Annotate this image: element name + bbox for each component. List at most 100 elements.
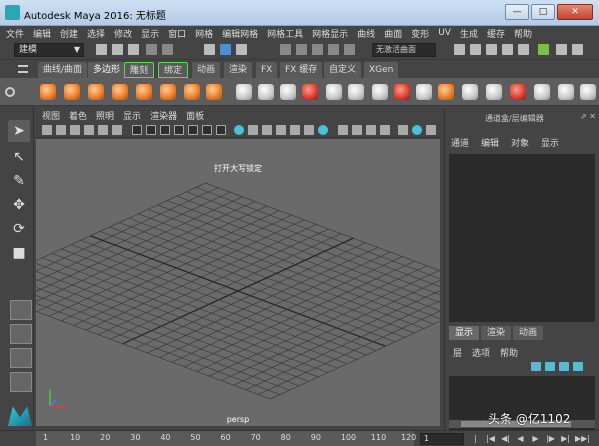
- move-tool-icon[interactable]: ✥: [8, 194, 30, 216]
- bevel-icon[interactable]: [394, 84, 410, 100]
- motion-blur-icon[interactable]: [352, 125, 362, 135]
- layer-menu-layers[interactable]: 层: [453, 346, 462, 360]
- menu-select[interactable]: 选择: [87, 27, 105, 40]
- menu-edit[interactable]: 编辑: [33, 27, 51, 40]
- menu-display[interactable]: 显示: [141, 27, 159, 40]
- close-button[interactable]: ✕: [557, 4, 593, 20]
- menu-windows[interactable]: 窗口: [168, 27, 186, 40]
- undo-icon[interactable]: [146, 44, 157, 55]
- panel-float-close-icon[interactable]: ⇗ ✕: [580, 112, 596, 121]
- gate-mask-icon[interactable]: [174, 125, 184, 135]
- shelf-tab-animation[interactable]: 动画: [192, 62, 221, 78]
- outliner-layout-icon[interactable]: [10, 348, 32, 368]
- four-view-layout-icon[interactable]: [10, 324, 32, 344]
- smooth-shade-icon[interactable]: [248, 125, 258, 135]
- shelf-gear-icon[interactable]: [5, 87, 15, 97]
- move-layer-down-icon[interactable]: [545, 362, 555, 371]
- shelf-tab-sculpting[interactable]: 雕刻: [124, 62, 155, 78]
- film-gate-icon[interactable]: [146, 125, 156, 135]
- menu-mesh-tools[interactable]: 网格工具: [267, 27, 303, 40]
- input-output-icon[interactable]: [454, 44, 465, 55]
- menu-surfaces[interactable]: 曲面: [384, 27, 402, 40]
- save-scene-icon[interactable]: [128, 44, 139, 55]
- panel-menu-show[interactable]: 显示: [123, 109, 141, 122]
- shelf-menu-icon[interactable]: [18, 65, 28, 73]
- menu-modify[interactable]: 修改: [114, 27, 132, 40]
- graph-layout-icon[interactable]: [10, 372, 32, 392]
- step-back-key-icon[interactable]: |◀: [485, 434, 496, 444]
- menu-curves[interactable]: 曲线: [357, 27, 375, 40]
- cone-icon[interactable]: [112, 84, 128, 100]
- scale-tool-icon[interactable]: ■: [8, 242, 30, 264]
- play-backwards-icon[interactable]: ◀: [515, 434, 526, 444]
- single-view-layout-icon[interactable]: [10, 300, 32, 320]
- layer-tab-anim[interactable]: 动画: [513, 326, 544, 340]
- menu-mesh-display[interactable]: 网格显示: [312, 27, 348, 40]
- ipr-render-icon[interactable]: [518, 44, 529, 55]
- extract-icon[interactable]: [280, 84, 296, 100]
- combine-icon[interactable]: [236, 84, 252, 100]
- two-d-pan-icon[interactable]: [98, 125, 108, 135]
- bookmark-icon[interactable]: [70, 125, 80, 135]
- xray-icon[interactable]: [276, 125, 286, 135]
- channel-box-body[interactable]: [449, 154, 595, 322]
- construction-history-icon[interactable]: [470, 44, 481, 55]
- separate-icon[interactable]: [258, 84, 274, 100]
- render-current-icon[interactable]: [502, 44, 513, 55]
- shelf-tab-xgen[interactable]: XGen: [364, 62, 399, 78]
- play-forwards-icon[interactable]: ▶: [530, 434, 541, 444]
- minimize-button[interactable]: —: [505, 4, 529, 20]
- layer-menu-help[interactable]: 帮助: [500, 346, 518, 360]
- select-component-icon[interactable]: [236, 44, 247, 55]
- bridge-icon[interactable]: [416, 84, 432, 100]
- shelf-tab-polygons[interactable]: 多边形: [88, 62, 126, 78]
- isolate-select-icon[interactable]: [398, 125, 408, 135]
- reduce-icon[interactable]: [348, 84, 364, 100]
- merge-icon[interactable]: [462, 84, 478, 100]
- panel-menu-view[interactable]: 视图: [42, 109, 60, 122]
- select-tool-icon[interactable]: ➤: [8, 120, 30, 142]
- ambient-occlusion-icon[interactable]: [338, 125, 348, 135]
- hypershade-icon[interactable]: [556, 44, 567, 55]
- step-forward-frame-icon[interactable]: |▶: [545, 434, 556, 444]
- multicut-icon[interactable]: [558, 84, 574, 100]
- shelf-tab-fx[interactable]: FX: [256, 62, 278, 78]
- current-frame-field[interactable]: 1: [420, 433, 464, 445]
- grid-toggle-icon[interactable]: [132, 125, 142, 135]
- step-back-frame-icon[interactable]: ◀|: [500, 434, 511, 444]
- safe-title-icon[interactable]: [216, 125, 226, 135]
- snap-surface-icon[interactable]: [344, 44, 355, 55]
- shelf-tab-rendering[interactable]: 渲染: [224, 62, 253, 78]
- auto-uv-icon[interactable]: [510, 84, 526, 100]
- boolean-icon[interactable]: [326, 84, 342, 100]
- menuset-dropdown[interactable]: 建模 ▼: [14, 43, 84, 57]
- render-settings-icon[interactable]: [538, 44, 549, 55]
- cb-menu-channels[interactable]: 通道: [451, 136, 469, 150]
- mirror-icon[interactable]: [372, 84, 388, 100]
- panel-menu-lighting[interactable]: 照明: [96, 109, 114, 122]
- torus-icon[interactable]: [160, 84, 176, 100]
- field-chart-icon[interactable]: [188, 125, 198, 135]
- shelf-tab-rigging[interactable]: 绑定: [158, 62, 189, 78]
- shelf-tab-custom[interactable]: 自定义: [324, 62, 362, 78]
- layer-tab-display[interactable]: 显示: [449, 326, 480, 340]
- image-plane-icon[interactable]: [84, 125, 94, 135]
- camera-attributes-icon[interactable]: [56, 125, 66, 135]
- menu-cache[interactable]: 缓存: [487, 27, 505, 40]
- new-empty-layer-icon[interactable]: [559, 362, 569, 371]
- step-forward-key-icon[interactable]: ▶|: [560, 434, 571, 444]
- menu-uv[interactable]: UV: [438, 28, 451, 38]
- snap-point-icon[interactable]: [312, 44, 323, 55]
- wireframe-on-shaded-icon[interactable]: [262, 125, 272, 135]
- panel-menu-shading[interactable]: 着色: [69, 109, 87, 122]
- open-scene-icon[interactable]: [112, 44, 123, 55]
- grease-pencil-icon[interactable]: [112, 125, 122, 135]
- menu-deform[interactable]: 变形: [411, 27, 429, 40]
- planar-uv-icon[interactable]: [486, 84, 502, 100]
- cb-menu-object[interactable]: 对象: [511, 136, 529, 150]
- menu-help[interactable]: 帮助: [514, 27, 532, 40]
- snap-grid-icon[interactable]: [280, 44, 291, 55]
- sphere-icon[interactable]: [40, 84, 56, 100]
- render-view-icon[interactable]: [486, 44, 497, 55]
- redo-icon[interactable]: [162, 44, 173, 55]
